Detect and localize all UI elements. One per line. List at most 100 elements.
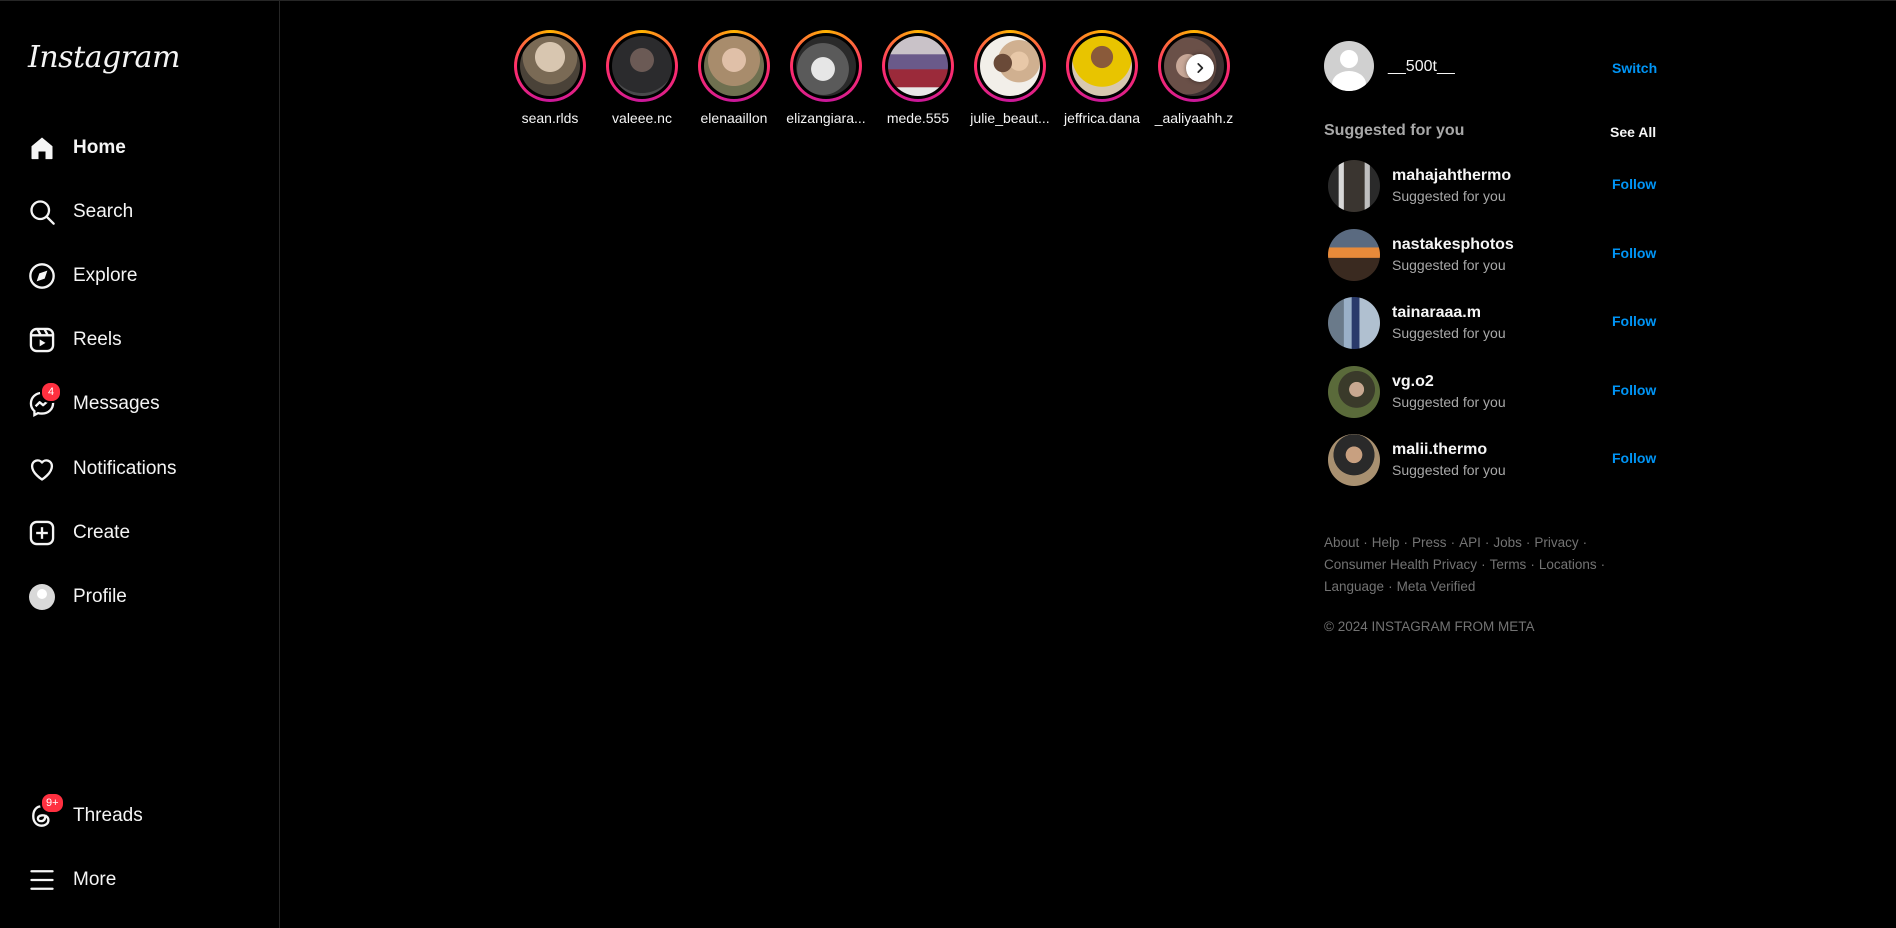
suggestion-username[interactable]: mahajahthermo [1392,167,1511,185]
story-avatar [704,36,764,96]
suggestion-row: malii.thermo Suggested for you Follow [1328,434,1656,488]
story-avatar [980,36,1040,96]
footer-link-help[interactable]: Help [1372,535,1400,550]
story-avatar [1072,36,1132,96]
story-username: valeee.nc [612,110,672,126]
messages-badge: 4 [40,381,62,403]
story-username: elenaaillon [700,110,768,126]
story-avatar [612,36,672,96]
footer-link-press[interactable]: Press [1412,535,1447,550]
hamburger-icon [28,866,56,894]
suggestion-avatar[interactable] [1328,434,1380,486]
sidebar-item-notifications[interactable]: Notifications [28,449,177,489]
story-item[interactable]: elizangiara... [781,30,871,126]
plus-square-icon [28,519,56,547]
story-item[interactable]: sean.rlds [505,30,595,126]
suggestion-row: vg.o2 Suggested for you Follow [1328,366,1656,420]
story-username: _aaliyaahh.z [1154,110,1234,126]
copyright: © 2024 INSTAGRAM FROM META [1324,619,1535,634]
story-item[interactable]: mede.555 [873,30,963,126]
story-username: jeffrica.dana [1063,110,1140,126]
switch-account-button[interactable]: Switch [1612,60,1657,76]
sidebar-item-label: Create [73,522,131,543]
sidebar: Instagram Home Search Explore Reels 4 Me… [0,0,280,928]
suggestion-avatar[interactable] [1328,229,1380,281]
sidebar-item-reels[interactable]: Reels [28,320,122,360]
story-username: sean.rlds [521,110,579,126]
avatar [28,583,56,611]
suggestion-avatar[interactable] [1328,297,1380,349]
story-item[interactable]: valeee.nc [597,30,687,126]
suggestion-username[interactable]: nastakesphotos [1392,236,1514,254]
suggested-title: Suggested for you [1324,122,1465,139]
compass-icon [28,262,56,290]
chevron-right-icon [1197,63,1204,73]
story-item[interactable]: jeffrica.dana [1057,30,1147,126]
sidebar-item-more[interactable]: More [28,860,116,900]
messenger-icon: 4 [28,381,62,418]
account-username[interactable]: __500t__ [1388,58,1455,76]
sidebar-item-threads[interactable]: 9+ Threads [28,792,143,836]
search-icon [28,198,56,226]
sidebar-item-label: Home [73,137,126,158]
suggestion-subtitle: Suggested for you [1392,462,1506,478]
sidebar-item-label: Explore [73,265,138,286]
instagram-logo[interactable]: Instagram [28,40,180,75]
threads-icon: 9+ [28,792,65,830]
footer-links: About · Help · Press · API · Jobs · Privacy · Consu… [1324,535,1606,594]
suggestion-subtitle: Suggested for you [1392,188,1506,204]
home-icon [28,134,56,162]
footer-link-terms[interactable]: Terms [1490,557,1527,572]
footer-link-api[interactable]: API [1459,535,1481,550]
reels-icon [28,326,56,354]
story-item[interactable]: julie_beaut... [965,30,1055,126]
sidebar-item-profile[interactable]: Profile [28,577,127,617]
story-item[interactable]: elenaaillon [689,30,779,126]
sidebar-item-label: Notifications [73,458,177,479]
see-all-link[interactable]: See All [1610,124,1656,140]
sidebar-item-label: Search [73,201,134,222]
story-username: mede.555 [886,110,950,126]
suggestion-username[interactable]: malii.thermo [1392,441,1487,459]
sidebar-item-home[interactable]: Home [28,128,126,168]
follow-button[interactable]: Follow [1612,245,1656,261]
suggestion-avatar[interactable] [1328,160,1380,212]
story-username: elizangiara... [786,110,866,126]
suggestion-row: nastakesphotos Suggested for you Follow [1328,229,1656,283]
sidebar-item-create[interactable]: Create [28,513,130,553]
suggestion-row: mahajahthermo Suggested for you Follow [1328,160,1656,214]
top-border [0,0,1896,1]
suggestion-username[interactable]: tainaraaa.m [1392,304,1481,322]
footer-link-language[interactable]: Language [1324,579,1384,594]
follow-button[interactable]: Follow [1612,450,1656,466]
footer-link-meta-verified[interactable]: Meta Verified [1397,579,1476,594]
footer-link-locations[interactable]: Locations [1539,557,1597,572]
heart-icon [28,455,56,483]
footer-link-consumer-health-privacy[interactable]: Consumer Health Privacy [1324,557,1477,572]
stories-next-button[interactable] [1186,54,1214,82]
sidebar-item-label: Threads [73,805,143,826]
follow-button[interactable]: Follow [1612,176,1656,192]
suggestion-subtitle: Suggested for you [1392,394,1506,410]
footer-link-privacy[interactable]: Privacy [1534,535,1578,550]
sidebar-item-search[interactable]: Search [28,192,133,232]
story-avatar [520,36,580,96]
sidebar-item-label: Profile [73,586,127,607]
story-avatar [796,36,856,96]
story-avatar [888,36,948,96]
story-username: julie_beaut... [970,110,1050,126]
footer-link-about[interactable]: About [1324,535,1359,550]
suggestion-avatar[interactable] [1328,366,1380,418]
sidebar-item-explore[interactable]: Explore [28,256,137,296]
sidebar-item-messages[interactable]: 4 Messages [28,381,160,424]
suggestion-row: tainaraaa.m Suggested for you Follow [1328,297,1656,351]
sidebar-item-label: More [73,869,117,890]
sidebar-item-label: Messages [73,393,160,414]
footer-link-jobs[interactable]: Jobs [1493,535,1522,550]
follow-button[interactable]: Follow [1612,313,1656,329]
follow-button[interactable]: Follow [1612,382,1656,398]
suggestion-username[interactable]: vg.o2 [1392,373,1434,391]
account-avatar[interactable] [1324,41,1374,91]
sidebar-item-label: Reels [73,329,122,350]
suggestion-subtitle: Suggested for you [1392,257,1506,273]
